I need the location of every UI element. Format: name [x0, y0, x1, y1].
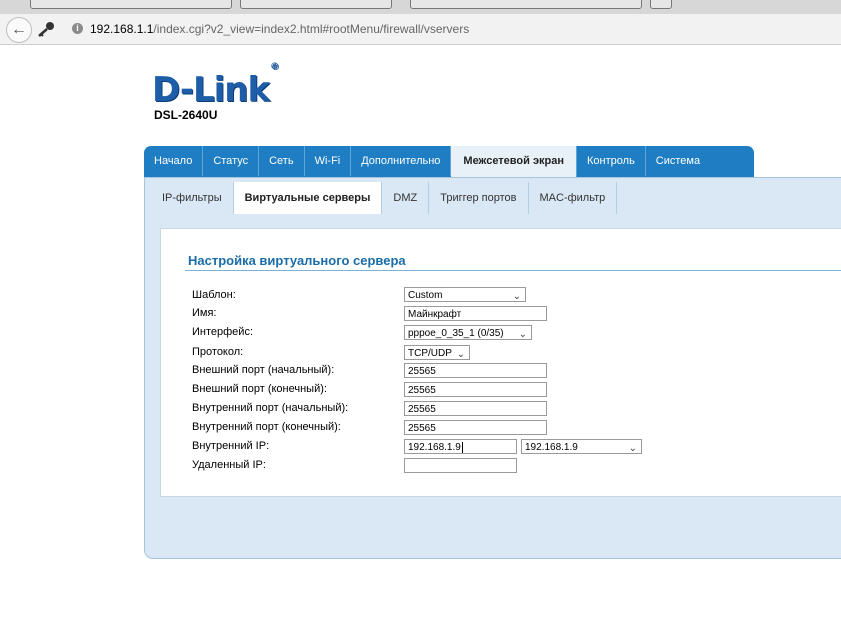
chevron-down-icon: ⌄ — [512, 291, 521, 302]
key-icon[interactable] — [36, 20, 56, 38]
section-title: Настройка виртуального сервера — [188, 253, 406, 268]
info-icon[interactable]: i — [72, 23, 83, 34]
browser-tab[interactable] — [240, 0, 392, 9]
chevron-down-icon: ⌄ — [456, 349, 465, 360]
subtab-ip-filters[interactable]: IP-фильтры — [151, 182, 234, 214]
model-name: DSL-2640U — [154, 108, 218, 122]
int-port-end-input[interactable]: 25565 — [404, 420, 547, 435]
browser-tab-strip — [0, 0, 841, 15]
internal-ip-select[interactable]: 192.168.1.9 ⌄ — [521, 439, 642, 454]
tab-wifi[interactable]: Wi-Fi — [305, 146, 352, 176]
int-port-start-input[interactable]: 25565 — [404, 401, 547, 416]
tab-system[interactable]: Система — [646, 146, 710, 176]
template-select[interactable]: Custom ⌄ — [404, 287, 526, 302]
name-label: Имя: — [192, 307, 217, 319]
subtab-mac-filter[interactable]: MAC-фильтр — [529, 182, 618, 214]
remote-ip-input[interactable] — [404, 458, 517, 473]
virtual-server-form: Настройка виртуального сервера Шаблон: C… — [160, 228, 841, 497]
protocol-label: Протокол: — [192, 346, 244, 358]
protocol-value: TCP/UDP — [408, 348, 452, 359]
tab-control[interactable]: Контроль — [577, 146, 646, 176]
url-field[interactable]: 192.168.1.1/index.cgi?v2_view=index2.htm… — [90, 22, 469, 36]
interface-select[interactable]: pppoe_0_35_1 (0/35) ⌄ — [404, 325, 532, 340]
section-divider — [185, 270, 841, 271]
browser-tab[interactable] — [30, 0, 232, 9]
int-port-start-label: Внутренний порт (начальный): — [192, 402, 349, 414]
registered-mark: ® — [270, 61, 280, 72]
subtab-virtual-servers[interactable]: Виртуальные серверы — [233, 182, 383, 214]
subtab-dmz[interactable]: DMZ — [382, 182, 430, 214]
url-path: /index.cgi?v2_view=index2.html#rootMenu/… — [153, 22, 470, 36]
url-host: 192.168.1.1 — [90, 22, 154, 36]
logo-text: D-Link — [152, 70, 270, 110]
interface-label: Интерфейс: — [192, 326, 253, 338]
internal-ip-input[interactable]: 192.168.1.9 — [404, 439, 517, 454]
chevron-down-icon: ⌄ — [518, 329, 527, 340]
text-cursor — [461, 441, 463, 453]
tab-status[interactable]: Статус — [203, 146, 260, 176]
internal-ip-label: Внутренний IP: — [192, 440, 270, 452]
interface-value: pppoe_0_35_1 (0/35) — [408, 328, 504, 339]
browser-tab[interactable] — [410, 0, 642, 9]
ext-port-end-label: Внешний порт (конечный): — [192, 383, 327, 395]
remote-ip-label: Удаленный IP: — [192, 459, 266, 471]
subtab-port-trigger[interactable]: Триггер портов — [429, 182, 529, 214]
ext-port-end-input[interactable]: 25565 — [404, 382, 547, 397]
name-input[interactable]: Майнкрафт — [404, 306, 547, 321]
template-label: Шаблон: — [192, 289, 236, 301]
tab-advanced[interactable]: Дополнительно — [351, 146, 452, 176]
address-bar: ← i 192.168.1.1/index.cgi?v2_view=index2… — [0, 14, 841, 45]
back-button[interactable]: ← — [6, 17, 32, 43]
main-tabs: Начало Статус Сеть Wi-Fi Дополнительно М… — [144, 146, 754, 178]
firewall-panel: IP-фильтры Виртуальные серверы DMZ Тригг… — [144, 177, 841, 559]
chevron-down-icon: ⌄ — [628, 443, 637, 454]
tab-start[interactable]: Начало — [144, 146, 204, 176]
browser-tab[interactable] — [650, 0, 672, 9]
internal-ip-value: 192.168.1.9 — [408, 442, 461, 453]
back-arrow-icon: ← — [11, 21, 27, 38]
template-value: Custom — [408, 290, 443, 301]
dlink-logo: D-Link® — [152, 62, 279, 110]
ext-port-start-label: Внешний порт (начальный): — [192, 364, 335, 376]
ext-port-start-input[interactable]: 25565 — [404, 363, 547, 378]
int-port-end-label: Внутренний порт (конечный): — [192, 421, 341, 433]
sub-tabs: IP-фильтры Виртуальные серверы DMZ Тригг… — [151, 182, 618, 214]
tab-network[interactable]: Сеть — [259, 146, 305, 176]
tab-firewall[interactable]: Межсетевой экран — [451, 146, 578, 178]
protocol-select[interactable]: TCP/UDP ⌄ — [404, 345, 470, 360]
internal-ip-select-value: 192.168.1.9 — [525, 442, 578, 453]
